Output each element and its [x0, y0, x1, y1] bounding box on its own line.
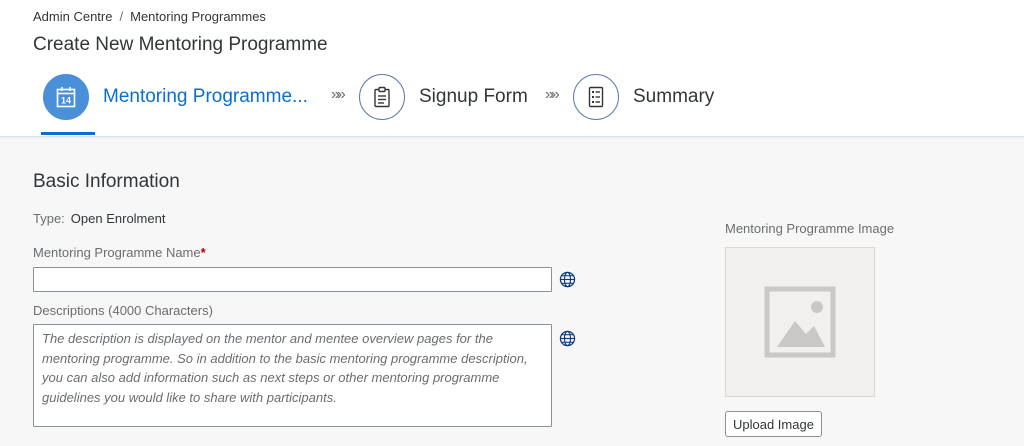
description-label: Descriptions (4000 Characters) [33, 303, 213, 318]
programme-name-input[interactable] [33, 267, 552, 292]
type-label: Type: [33, 211, 65, 226]
step-label-mentoring-programme: Mentoring Programme... [103, 86, 308, 107]
image-placeholder-icon [764, 286, 836, 358]
step-mentoring-programme[interactable]: 14 Mentoring Programme... [43, 73, 308, 121]
programme-image-frame [725, 247, 875, 397]
section-title-basic-information: Basic Information [33, 171, 180, 192]
programme-image-label: Mentoring Programme Image [725, 221, 895, 236]
globe-icon[interactable] [559, 330, 576, 347]
breadcrumb-separator: / [119, 9, 124, 24]
breadcrumb-admin-centre[interactable]: Admin Centre [33, 9, 112, 24]
breadcrumb: Admin Centre / Mentoring Programmes [33, 9, 266, 24]
step-label-summary: Summary [633, 86, 715, 107]
step-summary[interactable]: Summary [573, 73, 714, 121]
description-textarea[interactable] [33, 324, 552, 427]
type-row: Type: Open Enrolment [33, 211, 165, 226]
calendar-icon-day: 14 [61, 96, 71, 106]
breadcrumb-mentoring-programmes[interactable]: Mentoring Programmes [130, 9, 266, 24]
active-step-indicator [41, 132, 95, 135]
list-icon [573, 74, 619, 120]
page-header: Admin Centre / Mentoring Programmes Create… [0, 0, 1024, 137]
step-label-signup-form: Signup Form [419, 86, 528, 107]
upload-image-button[interactable]: Upload Image [725, 411, 822, 437]
calendar-icon: 14 [43, 74, 89, 120]
type-value: Open Enrolment [70, 211, 166, 226]
programme-name-label-text: Mentoring Programme Name [33, 245, 201, 260]
step-signup-form[interactable]: Signup Form [359, 73, 528, 121]
step-separator-icon: »» [545, 86, 560, 103]
globe-icon[interactable] [559, 271, 576, 288]
programme-name-label: Mentoring Programme Name* [33, 245, 206, 260]
page-title: Create New Mentoring Programme [33, 34, 328, 55]
clipboard-icon [359, 74, 405, 120]
step-separator-icon: »» [331, 86, 346, 103]
required-marker: * [200, 245, 206, 260]
